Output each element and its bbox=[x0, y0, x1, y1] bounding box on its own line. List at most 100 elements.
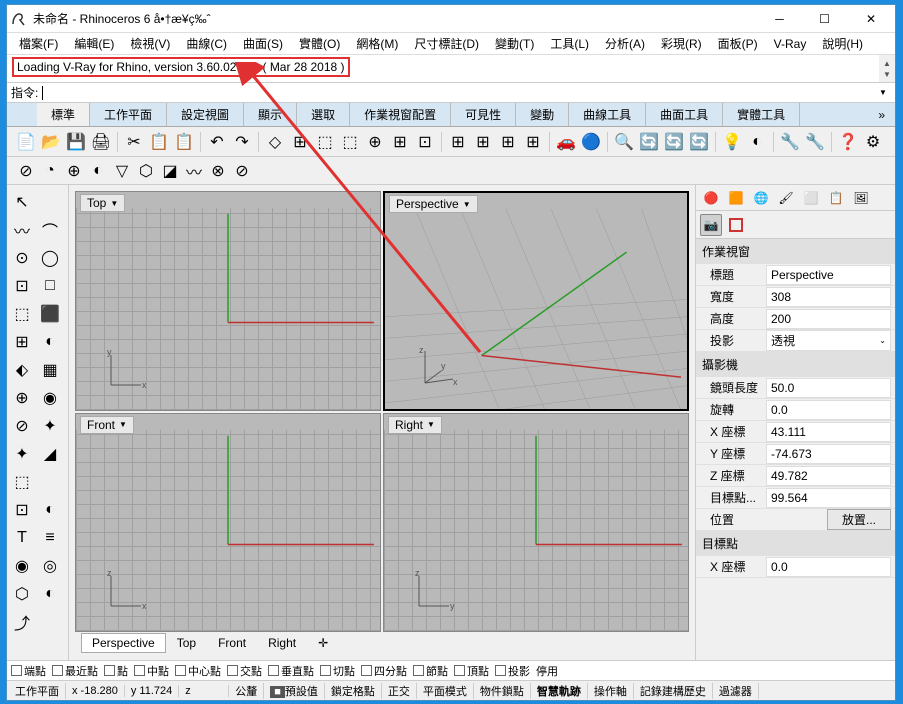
panel-icon[interactable]: ⬜ bbox=[800, 187, 822, 209]
side-tool-icon[interactable]: ⬡ bbox=[9, 581, 35, 607]
status-記錄建構歷史[interactable]: 記錄建構歷史 bbox=[634, 683, 713, 699]
toolbar-icon[interactable]: ⊞ bbox=[447, 131, 469, 153]
toolbar-icon[interactable]: ⊕ bbox=[364, 131, 386, 153]
side-tool-icon[interactable]: ◯ bbox=[37, 245, 63, 271]
side-tool-icon[interactable]: ◐ bbox=[37, 581, 63, 607]
subtoolbar-icon[interactable]: 〰 bbox=[183, 160, 205, 182]
toolbar-icon[interactable]: ↶ bbox=[206, 131, 228, 153]
toolbar-icon[interactable]: 📋 bbox=[173, 131, 195, 153]
material-tab-icon[interactable] bbox=[725, 214, 747, 236]
tab-設定視圖[interactable]: 設定視圖 bbox=[167, 103, 244, 127]
subtoolbar-icon[interactable]: ◔ bbox=[39, 160, 61, 182]
toolbar-icon[interactable]: 🖨 bbox=[90, 131, 112, 153]
osnap-中點[interactable]: 中點 bbox=[134, 663, 169, 679]
cmd-scroll[interactable]: ▼ bbox=[875, 88, 891, 97]
status-正交[interactable]: 正交 bbox=[382, 683, 417, 699]
side-tool-icon[interactable]: □ bbox=[37, 273, 63, 299]
status-鎖定格點[interactable]: 鎖定格點 bbox=[325, 683, 382, 699]
status-layer[interactable]: ■預設值 bbox=[264, 683, 325, 699]
menu-V-Ray[interactable]: V-Ray bbox=[768, 35, 813, 53]
prop-value[interactable]: 43.111 bbox=[766, 422, 891, 442]
menu-編輯(E)[interactable]: 編輯(E) bbox=[68, 33, 120, 54]
toolbar-icon[interactable]: 🔍 bbox=[613, 131, 635, 153]
toolbar-icon[interactable]: 🔄 bbox=[663, 131, 685, 153]
side-tool-icon[interactable]: ⬚ bbox=[9, 469, 35, 495]
tab-顯示[interactable]: 顯示 bbox=[244, 103, 297, 127]
toolbar-icon[interactable]: ⊞ bbox=[389, 131, 411, 153]
toolbar-icon[interactable]: 📋 bbox=[148, 131, 170, 153]
subtoolbar-icon[interactable]: ▽ bbox=[111, 160, 133, 182]
viewport-perspective[interactable]: Perspective▼ bbox=[383, 191, 689, 411]
menu-工具(L)[interactable]: 工具(L) bbox=[544, 33, 595, 54]
toolbar-icon[interactable]: 🚗 bbox=[555, 131, 577, 153]
tab-曲面工具[interactable]: 曲面工具 bbox=[646, 103, 723, 127]
osnap-四分點[interactable]: 四分點 bbox=[361, 663, 407, 679]
side-tool-icon[interactable]: ⊙ bbox=[9, 245, 35, 271]
toolbar-icon[interactable]: 💡 bbox=[721, 131, 743, 153]
subtoolbar-icon[interactable]: ⊕ bbox=[63, 160, 85, 182]
side-tool-icon[interactable]: ⊞ bbox=[9, 329, 35, 355]
menu-彩現(R)[interactable]: 彩現(R) bbox=[655, 33, 708, 54]
minimize-button[interactable]: ─ bbox=[757, 5, 802, 32]
toolbar-icon[interactable]: ❓ bbox=[837, 131, 859, 153]
panel-icon[interactable]: 🟧 bbox=[725, 187, 747, 209]
toolbar-icon[interactable]: ⊞ bbox=[472, 131, 494, 153]
toolbar-icon[interactable]: ↷ bbox=[231, 131, 253, 153]
status-操作軸[interactable]: 操作軸 bbox=[588, 683, 634, 699]
toolbar-icon[interactable]: ⊞ bbox=[289, 131, 311, 153]
osnap-投影[interactable]: 投影 bbox=[495, 663, 530, 679]
panel-icon[interactable]: 🖌 bbox=[775, 187, 797, 209]
side-tool-icon[interactable]: ⬛ bbox=[37, 301, 63, 327]
viewport-top-label[interactable]: Top▼ bbox=[80, 194, 125, 212]
tab-選取[interactable]: 選取 bbox=[297, 103, 350, 127]
side-tool-icon[interactable]: ≡ bbox=[37, 525, 63, 551]
side-tool-icon[interactable]: ↖ bbox=[9, 189, 35, 215]
subtoolbar-icon[interactable]: ◐ bbox=[87, 160, 109, 182]
prop-value[interactable]: -74.673 bbox=[766, 444, 891, 464]
tab-曲線工具[interactable]: 曲線工具 bbox=[569, 103, 646, 127]
vp-tab-Top[interactable]: Top bbox=[166, 633, 207, 653]
osnap-最近點[interactable]: 最近點 bbox=[52, 663, 98, 679]
menu-分析(A)[interactable]: 分析(A) bbox=[599, 33, 651, 54]
toolbar-icon[interactable]: ⊞ bbox=[497, 131, 519, 153]
panel-icon[interactable]: 🌐 bbox=[750, 187, 772, 209]
subtoolbar-icon[interactable]: ⬡ bbox=[135, 160, 157, 182]
toolbar-icon[interactable]: ⊞ bbox=[522, 131, 544, 153]
side-tool-icon[interactable]: T bbox=[9, 525, 35, 551]
toolbar-icon[interactable]: 💾 bbox=[65, 131, 87, 153]
toolbar-icon[interactable]: 📂 bbox=[40, 131, 62, 153]
menu-曲線(C)[interactable]: 曲線(C) bbox=[180, 33, 233, 54]
side-tool-icon[interactable]: ⊡ bbox=[9, 497, 35, 523]
status-過濾器[interactable]: 過濾器 bbox=[713, 683, 759, 699]
toolbar-icon[interactable]: ⊡ bbox=[414, 131, 436, 153]
side-tool-icon[interactable]: ⬚ bbox=[9, 301, 35, 327]
toolbar-icon[interactable]: 📄 bbox=[15, 131, 37, 153]
viewport-right[interactable]: Right▼ yz bbox=[383, 413, 689, 633]
tab-工作平面[interactable]: 工作平面 bbox=[90, 103, 167, 127]
osnap-交點[interactable]: 交點 bbox=[227, 663, 262, 679]
status-unit[interactable]: 公釐 bbox=[229, 683, 264, 699]
menu-實體(O)[interactable]: 實體(O) bbox=[293, 33, 346, 54]
camera-tab-icon[interactable]: 📷 bbox=[700, 214, 722, 236]
toolbar-icon[interactable]: ◇ bbox=[264, 131, 286, 153]
prop-value[interactable]: 308 bbox=[766, 287, 891, 307]
prop-value[interactable]: 49.782 bbox=[766, 466, 891, 486]
toolbar-icon[interactable]: 🔧 bbox=[804, 131, 826, 153]
side-tool-icon[interactable]: ⊡ bbox=[9, 273, 35, 299]
side-tool-icon[interactable]: ◢ bbox=[37, 441, 63, 467]
menu-變動(T)[interactable]: 變動(T) bbox=[489, 33, 540, 54]
side-tool-icon[interactable]: ⌒ bbox=[37, 217, 63, 243]
osnap-切點[interactable]: 切點 bbox=[320, 663, 355, 679]
menu-尺寸標註(D)[interactable]: 尺寸標註(D) bbox=[408, 33, 485, 54]
vp-tab-Perspective[interactable]: Perspective bbox=[81, 633, 166, 653]
subtoolbar-icon[interactable]: ⊘ bbox=[15, 160, 37, 182]
viewport-persp-label[interactable]: Perspective▼ bbox=[389, 195, 478, 213]
osnap-垂直點[interactable]: 垂直點 bbox=[268, 663, 314, 679]
place-button[interactable]: 放置... bbox=[827, 509, 891, 530]
status-平面模式[interactable]: 平面模式 bbox=[417, 683, 474, 699]
menu-曲面(S)[interactable]: 曲面(S) bbox=[237, 33, 289, 54]
osnap-中心點[interactable]: 中心點 bbox=[175, 663, 221, 679]
toolbar-icon[interactable]: 🔄 bbox=[638, 131, 660, 153]
status-plane[interactable]: 工作平面 bbox=[9, 683, 66, 699]
side-tool-icon[interactable]: ✦ bbox=[37, 413, 63, 439]
